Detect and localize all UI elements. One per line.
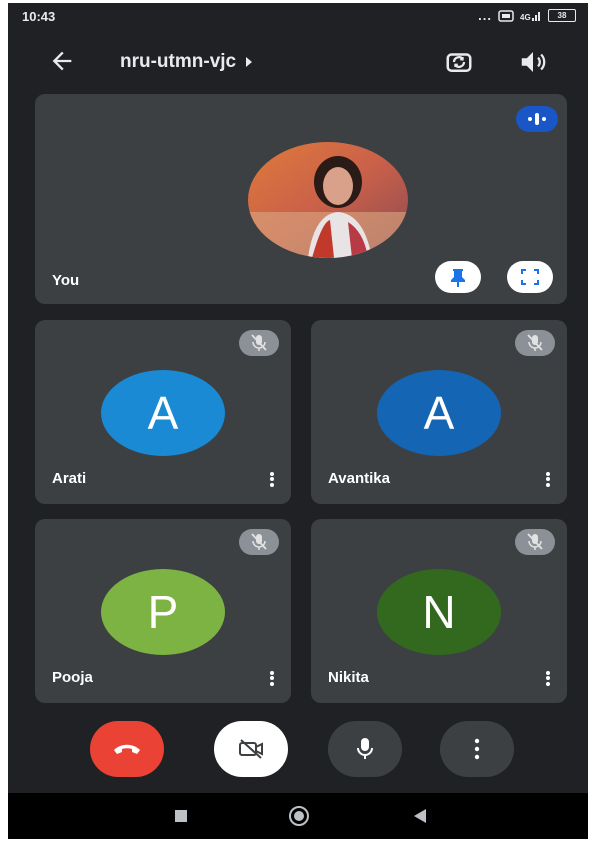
muted-badge [515, 529, 555, 555]
camera-off-icon [239, 739, 263, 759]
participant-avatar: A [377, 370, 501, 456]
phone-screen: 10:43 ... 4G 38 nru-utmn-vjc You A Arati… [8, 3, 588, 839]
end-call-button[interactable] [90, 721, 164, 777]
phone-hangup-icon [114, 744, 140, 754]
meeting-header: nru-utmn-vjc [8, 37, 588, 85]
mic-off-icon [251, 334, 267, 351]
participant-menu-button[interactable] [543, 470, 553, 490]
recents-button[interactable] [174, 809, 188, 828]
self-avatar-photo [248, 142, 408, 258]
participant-tile[interactable]: A Avantika [311, 320, 567, 504]
more-vert-icon [474, 738, 480, 760]
participant-menu-button[interactable] [267, 669, 277, 689]
self-name: You [52, 272, 80, 289]
caret-right-icon [246, 57, 253, 67]
signal-icon: 4G [520, 11, 540, 22]
meeting-code-button[interactable]: nru-utmn-vjc [120, 51, 253, 73]
participant-tile[interactable]: P Pooja [35, 519, 291, 703]
participant-name: Arati [52, 470, 87, 487]
square-icon [175, 810, 187, 822]
pin-icon [451, 269, 465, 287]
participant-avatar: A [101, 370, 225, 456]
participant-name: Nikita [328, 669, 369, 686]
pin-button[interactable] [435, 261, 481, 293]
self-video-tile[interactable]: You [35, 94, 567, 304]
muted-badge [515, 330, 555, 356]
switch-camera-icon [446, 53, 472, 72]
participant-tile[interactable]: A Arati [35, 320, 291, 504]
participant-name: Pooja [52, 669, 93, 686]
mic-off-icon [527, 334, 543, 351]
back-nav-button[interactable] [412, 808, 428, 829]
participant-avatar: P [101, 569, 225, 655]
fullscreen-icon [521, 269, 539, 285]
microphone-icon [357, 738, 373, 759]
participant-avatar: N [377, 569, 501, 655]
status-bar: 10:43 ... 4G 38 [8, 3, 588, 29]
mic-off-icon [527, 533, 543, 550]
participant-menu-button[interactable] [267, 470, 277, 490]
audio-levels-icon [528, 113, 546, 125]
muted-badge [239, 330, 279, 356]
mic-off-icon [251, 533, 267, 550]
triangle-back-icon [414, 809, 426, 823]
microphone-button[interactable] [328, 721, 402, 777]
speaking-indicator [516, 106, 558, 132]
camera-toggle-button[interactable] [214, 721, 288, 777]
switch-camera-button[interactable] [444, 47, 474, 77]
speaker-button[interactable] [518, 47, 548, 77]
status-icons: ... 4G 38 [478, 8, 576, 23]
battery-icon: 38 [548, 9, 576, 22]
participant-menu-button[interactable] [543, 669, 553, 689]
svg-text:4G: 4G [520, 13, 531, 22]
more-options-button[interactable] [440, 721, 514, 777]
volume-icon [521, 52, 546, 72]
wifi-icon [498, 9, 514, 22]
back-button[interactable] [48, 47, 76, 75]
call-controls [8, 721, 588, 783]
status-time: 10:43 [22, 9, 56, 24]
circle-icon [289, 806, 309, 826]
profile-photo [248, 142, 408, 258]
system-nav-bar [8, 793, 588, 839]
notification-dots: ... [478, 8, 492, 23]
meeting-code: nru-utmn-vjc [120, 51, 237, 72]
participant-tile[interactable]: N Nikita [311, 519, 567, 703]
home-button[interactable] [288, 805, 310, 832]
participant-name: Avantika [328, 470, 390, 487]
muted-badge [239, 529, 279, 555]
arrow-left-icon [52, 51, 72, 71]
fullscreen-button[interactable] [507, 261, 553, 293]
